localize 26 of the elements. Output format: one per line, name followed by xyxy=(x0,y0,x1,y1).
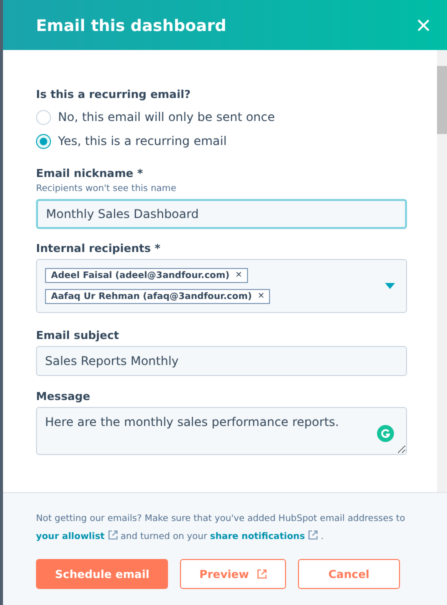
recipient-name: Adeel Faisal (adeel@3andfour.com) xyxy=(51,270,230,280)
subject-field[interactable]: Sales Reports Monthly xyxy=(36,346,407,376)
field-label: Email subject xyxy=(36,329,120,342)
field-hint: Recipients won't see this name xyxy=(36,184,178,194)
grammar-assistant-icon[interactable] xyxy=(377,425,394,442)
radio-button[interactable] xyxy=(36,134,51,148)
remove-button[interactable]: × xyxy=(258,291,264,302)
field-label: Is this a recurring email? xyxy=(36,88,192,101)
external-link-icon xyxy=(308,530,318,540)
field-label: Email nickname * xyxy=(36,167,144,180)
external-link-icon xyxy=(256,569,267,579)
caret-icon[interactable] xyxy=(385,283,395,289)
dialog-title: Email this dashboard xyxy=(36,16,226,34)
recipients-field[interactable]: Adeel Faisal (adeel@3andfour.com) × Aafaq Ur Rehman (afaq@3andfour.com) × xyxy=(36,259,407,313)
remove-button[interactable]: × xyxy=(235,270,242,281)
field-label: Internal recipients * xyxy=(36,242,162,255)
delivery-note: Not getting our emails? Make sure that you've added HubSpot email addresses to your allowlist and turned on your share notifications . xyxy=(36,513,406,544)
radio-button[interactable] xyxy=(36,110,51,124)
message-field[interactable]: Here are the monthly sales performance reports. xyxy=(36,407,407,455)
field-label: Message xyxy=(36,390,92,403)
radio-label: No, this email will only be sent once xyxy=(58,110,275,124)
recipient-name: Aafaq Ur Rehman (afaq@3andfour.com) xyxy=(51,292,252,302)
external-link-icon xyxy=(108,530,118,540)
nickname-field[interactable]: Monthly Sales Dashboard xyxy=(36,199,407,229)
radio-label: Yes, this is a recurring email xyxy=(58,134,227,148)
scrollbar[interactable] xyxy=(437,50,447,492)
